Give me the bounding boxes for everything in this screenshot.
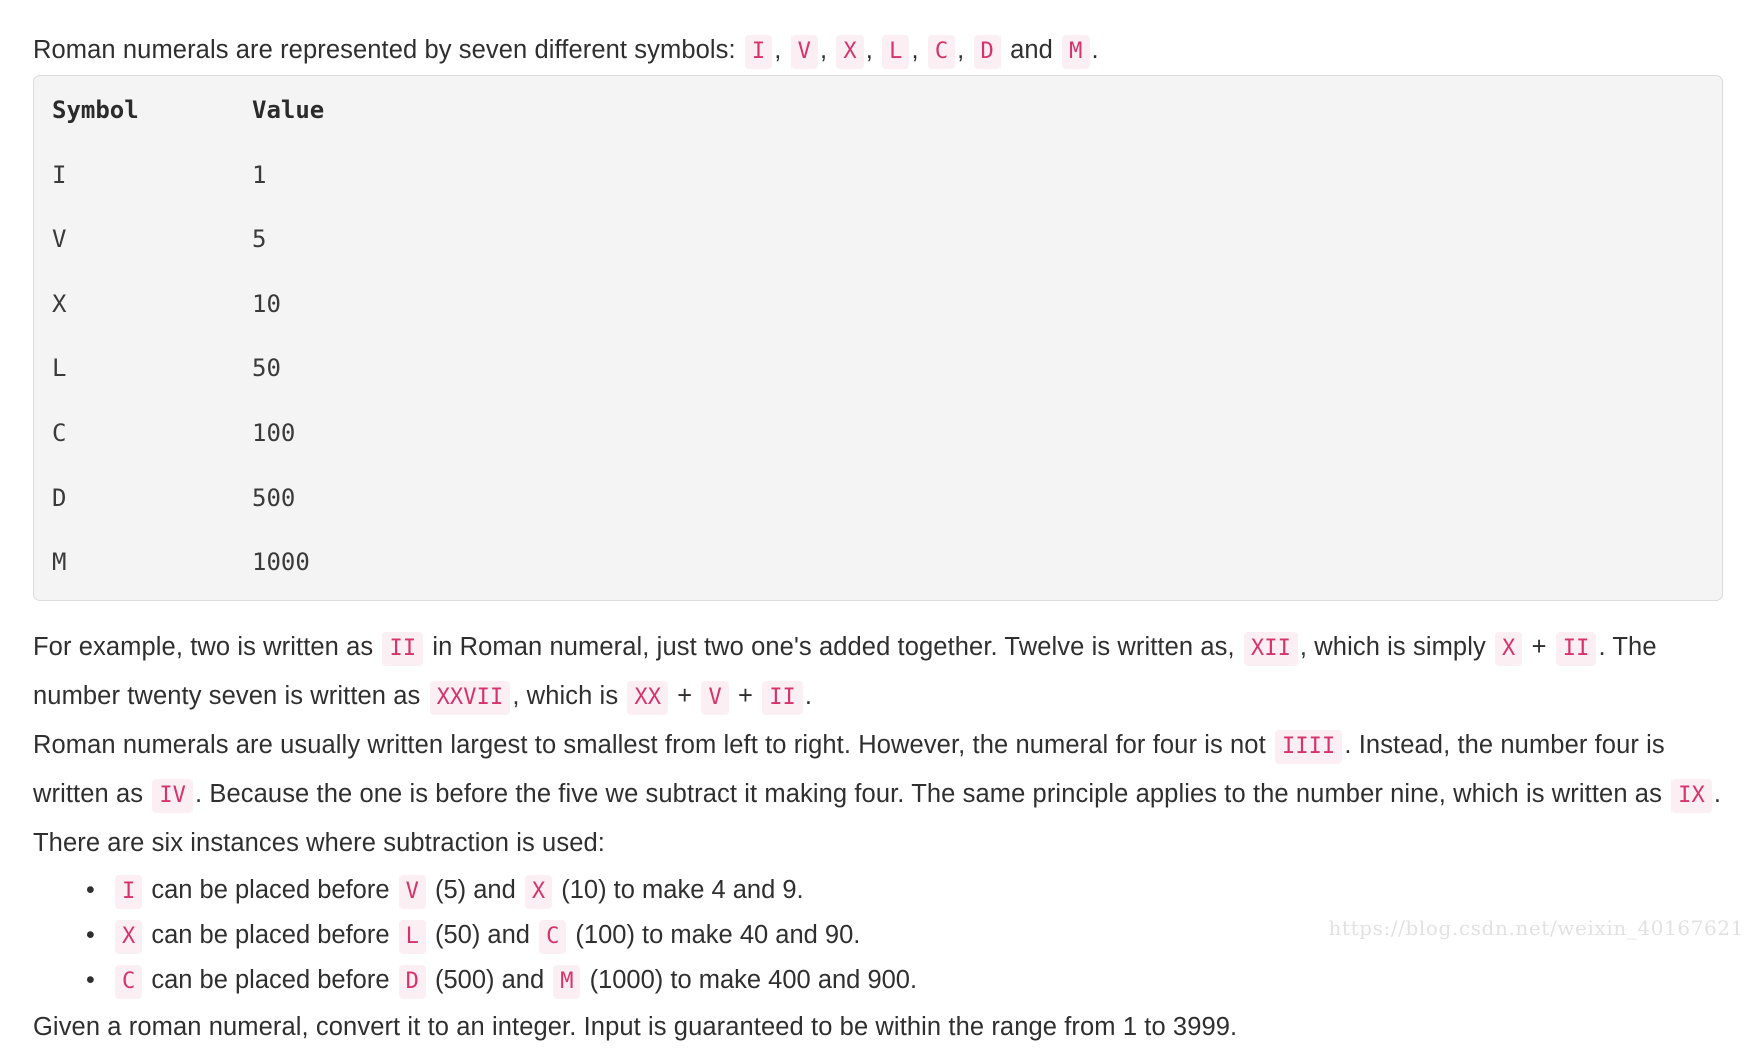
- intro-comma-5: ,: [957, 36, 965, 64]
- rules-paragraph: Roman numerals are usually written large…: [33, 721, 1722, 868]
- code-cell-value: 50: [252, 354, 281, 383]
- code-table-row: L 50: [52, 352, 1722, 384]
- inline-code-ii-3: II: [762, 681, 803, 716]
- example-text-1: For example, two is written as: [33, 633, 374, 662]
- inline-code-rule-second: C: [539, 920, 567, 955]
- rule-tail-text: to make 400 and 900.: [670, 966, 918, 995]
- code-column-header-symbol: Symbol: [52, 96, 139, 124]
- code-table-header-row: Symbol Value: [52, 94, 1722, 126]
- inline-code-symbol-d: D: [973, 35, 1001, 69]
- rule-mid-text: can be placed before: [151, 876, 390, 905]
- inline-code-symbol-m: M: [1062, 35, 1090, 69]
- inline-code-xii: XII: [1243, 632, 1298, 667]
- example-plus-2: +: [677, 682, 693, 711]
- example-plus-3: +: [738, 682, 753, 711]
- inline-code-rule-first: V: [398, 875, 426, 910]
- rule-second-value: (1000): [589, 966, 664, 995]
- rule-first-value: (500): [434, 966, 495, 995]
- inline-code-symbol-x: X: [836, 35, 864, 69]
- inline-code-rule-first: L: [398, 920, 426, 955]
- rule-tail-text: to make 4 and 9.: [613, 876, 804, 905]
- inline-code-symbol-i: I: [744, 35, 773, 69]
- code-cell-symbol: D: [52, 483, 67, 512]
- code-cell-value: 500: [252, 483, 296, 512]
- inline-code-iiii: IIII: [1274, 730, 1343, 765]
- code-cell-symbol: X: [52, 289, 67, 318]
- intro-lead-text: Roman numerals are represented by seven …: [33, 36, 736, 64]
- inline-code-xxvii: XXVII: [429, 681, 511, 716]
- code-cell-symbol: I: [52, 160, 67, 189]
- rule-second-value: (10): [561, 876, 607, 905]
- intro-paragraph: Roman numerals are represented by seven …: [33, 18, 1722, 75]
- inline-code-ix: IX: [1671, 779, 1712, 814]
- code-cell-value: 5: [252, 225, 267, 254]
- inline-code-rule-numeral: X: [115, 920, 143, 955]
- intro-comma-4: ,: [911, 36, 919, 64]
- inline-code-v-1: V: [701, 681, 729, 716]
- rule-tail-text: to make 40 and 90.: [642, 921, 861, 950]
- code-cell-value: 1: [252, 160, 267, 189]
- inline-code-symbol-c: C: [927, 35, 956, 69]
- code-cell-value: 10: [252, 289, 281, 318]
- inline-code-symbol-v: V: [790, 35, 818, 69]
- inline-code-rule-second: M: [553, 965, 581, 1000]
- inline-code-ii-2: II: [1555, 632, 1597, 667]
- inline-code-iv: IV: [152, 779, 194, 814]
- inline-code-ii-1: II: [382, 632, 424, 667]
- problem-statement-page: Roman numerals are represented by seven …: [0, 0, 1750, 1041]
- code-table-row: M 1000: [52, 546, 1722, 578]
- code-cell-symbol: C: [52, 418, 67, 447]
- inline-code-x-1: X: [1495, 632, 1523, 667]
- symbol-value-table: Symbol Value I1 V5 X 10 L 50 C 100 D 500 M 100…: [52, 94, 1722, 578]
- intro-period: .: [1091, 36, 1099, 64]
- code-cell-symbol: M: [52, 548, 67, 577]
- watermark-url: https://blog.csdn.net/weixin_40167621: [1328, 916, 1744, 940]
- code-cell-symbol: V: [52, 225, 67, 254]
- rule-mid-text: can be placed before: [151, 921, 390, 950]
- rule-first-value: (5): [434, 876, 467, 905]
- code-cell-value: 100: [252, 418, 296, 447]
- inline-code-xx: XX: [627, 681, 669, 716]
- code-table-row: X 10: [52, 288, 1722, 320]
- example-period: .: [804, 682, 813, 711]
- intro-comma-2: ,: [819, 36, 828, 64]
- example-paragraph: For example, two is written as II in Rom…: [33, 623, 1722, 721]
- example-text-3: , which is simply: [1299, 633, 1486, 662]
- rule-and-word: and: [501, 966, 545, 995]
- rules-text-3: . Because the one is before the five we …: [195, 780, 1662, 809]
- inline-code-rule-second: X: [524, 875, 553, 910]
- rule-first-value: (50): [434, 921, 481, 950]
- code-cell-symbol: L: [52, 354, 67, 383]
- inline-code-rule-numeral: I: [115, 875, 143, 910]
- rule-second-value: (100): [575, 921, 635, 950]
- intro-and-word: and: [1010, 36, 1053, 64]
- final-paragraph: Given a roman numeral, convert it to an …: [33, 1013, 1238, 1042]
- rule-and-word: and: [487, 921, 530, 950]
- inline-code-symbol-l: L: [882, 35, 910, 69]
- rule-and-word: and: [473, 876, 516, 905]
- code-column-header-value: Value: [252, 96, 325, 124]
- code-table-row: I1: [52, 159, 1722, 191]
- list-item: I can be placed before V (5) and X (10) …: [86, 868, 1722, 913]
- code-table-row: V5: [52, 223, 1722, 255]
- code-table-row: D 500: [52, 482, 1722, 514]
- inline-code-rule-numeral: C: [115, 965, 143, 1000]
- example-plus-1: +: [1531, 633, 1547, 662]
- intro-comma-3: ,: [865, 36, 873, 64]
- list-item: C can be placed before D (500) and M (10…: [86, 958, 1722, 1003]
- symbol-value-code-block: Symbol Value I1 V5 X 10 L 50 C 100 D 500 M 100…: [33, 75, 1723, 602]
- example-text-6: , which is: [512, 682, 619, 711]
- code-cell-value: 1000: [252, 548, 310, 577]
- rules-text-1: Roman numerals are usually written large…: [33, 731, 1266, 760]
- example-text-2: in Roman numeral, just two one's added t…: [432, 633, 1235, 662]
- inline-code-rule-first: D: [398, 965, 426, 1000]
- code-table-row: C 100: [52, 417, 1722, 449]
- rule-mid-text: can be placed before: [151, 966, 390, 995]
- intro-comma-1: ,: [774, 36, 782, 64]
